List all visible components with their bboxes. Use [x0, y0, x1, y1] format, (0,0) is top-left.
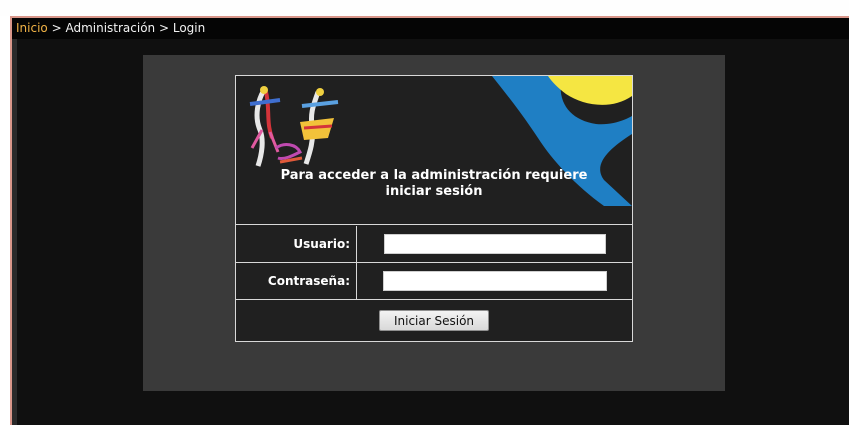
breadcrumb-separator: > [47, 21, 66, 35]
login-header: Para acceder a la administración requier… [236, 76, 632, 225]
login-panel: Para acceder a la administración requier… [143, 55, 725, 391]
username-label: Usuario: [236, 226, 357, 262]
submit-row: Iniciar Sesión [236, 298, 632, 341]
dancers-logo [249, 86, 339, 167]
login-button[interactable]: Iniciar Sesión [379, 310, 489, 331]
login-box: Para acceder a la administración requier… [235, 75, 633, 342]
login-message: Para acceder a la administración requier… [280, 168, 588, 199]
username-row: Usuario: [236, 226, 632, 263]
left-sidebar-strip [12, 39, 17, 425]
top-band [0, 0, 849, 16]
breadcrumb-home-link[interactable]: Inicio [16, 21, 48, 35]
breadcrumb-separator: > [155, 21, 173, 35]
password-label: Contraseña: [236, 263, 357, 299]
breadcrumb-current: Login [172, 21, 206, 35]
username-input[interactable] [384, 234, 606, 254]
breadcrumb-section: Administración [65, 21, 156, 35]
page-frame: Inicio > Administración > Login Para acc… [10, 16, 849, 425]
breadcrumb: Inicio > Administración > Login [12, 18, 849, 39]
password-row: Contraseña: [236, 263, 632, 300]
password-input[interactable] [383, 271, 607, 291]
